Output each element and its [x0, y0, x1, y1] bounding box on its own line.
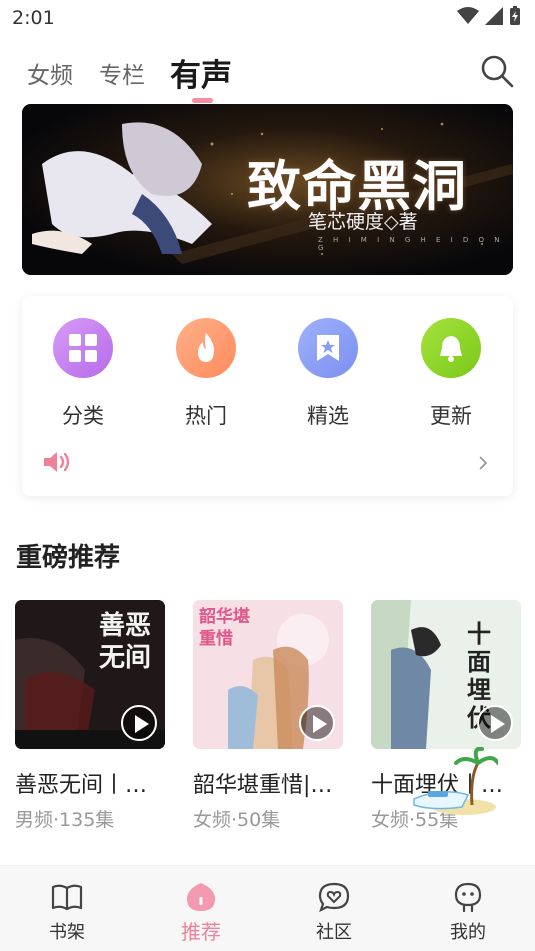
play-icon[interactable]	[121, 705, 157, 741]
section-title: 重磅推荐	[16, 543, 121, 573]
quick-access-card: 分类 热门 精选 更新	[22, 296, 513, 496]
cover-title: 韶华堪重惜	[199, 607, 250, 649]
search-icon[interactable]	[480, 54, 514, 88]
play-icon[interactable]	[477, 705, 513, 741]
battery-icon	[510, 6, 520, 25]
flame-icon	[176, 318, 236, 378]
floating-island-icon[interactable]	[412, 747, 498, 819]
grid-icon	[53, 318, 113, 378]
bottom-nav: 书架 推荐 社区 我的	[0, 865, 535, 951]
tab-female[interactable]: 女频	[27, 56, 73, 90]
tab-audio[interactable]: 有声	[170, 50, 232, 95]
chevron-right-icon[interactable]	[476, 454, 490, 472]
quick-item-hot[interactable]: 热门	[156, 318, 256, 430]
quick-item-update[interactable]: 更新	[401, 318, 501, 430]
quick-item-category[interactable]: 分类	[33, 318, 133, 430]
status-bar: 2:01	[0, 0, 535, 36]
cover-title: 善恶无间	[99, 611, 152, 673]
book-title: 韶华堪重惜|…	[193, 773, 333, 798]
book-meta: 女频·50集	[193, 809, 281, 831]
nav-community[interactable]: 社区	[267, 866, 401, 951]
quick-label-featured: 精选	[307, 404, 349, 428]
nav-label-bookshelf: 书架	[49, 922, 85, 943]
nav-label-profile: 我的	[450, 922, 486, 943]
bell-icon	[421, 318, 481, 378]
banner-subtitle: Z H I M I N G H E I D O N G	[318, 236, 504, 252]
quick-item-featured[interactable]: 精选	[278, 318, 378, 430]
book-meta: 男频·135集	[15, 809, 115, 831]
book-title: 善恶无间丨…	[15, 773, 148, 798]
active-tab-indicator	[192, 98, 213, 103]
book-card[interactable]: 善恶无间 善恶无间丨… 男频·135集	[15, 600, 165, 832]
book-icon	[51, 884, 83, 911]
nav-label-community: 社区	[316, 922, 352, 943]
nav-profile[interactable]: 我的	[401, 866, 535, 951]
bookmark-star-icon	[298, 318, 358, 378]
top-tabs: 女频 专栏 有声	[0, 48, 535, 98]
play-icon[interactable]	[299, 705, 335, 741]
user-face-icon	[454, 882, 482, 913]
tab-column[interactable]: 专栏	[99, 56, 145, 90]
status-icons	[457, 6, 521, 26]
quick-label-update: 更新	[430, 404, 472, 428]
chat-heart-icon	[318, 882, 350, 913]
quick-label-hot: 热门	[185, 404, 227, 428]
banner[interactable]: 致命黑洞 笔芯硬度◇著 Z H I M I N G H E I D O N G	[22, 104, 513, 275]
banner-author: 笔芯硬度◇著	[308, 211, 418, 233]
signal-icon	[485, 7, 503, 25]
book-card[interactable]: 韶华堪重惜 韶华堪重惜|… 女频·50集	[193, 600, 343, 832]
wifi-icon	[457, 7, 479, 24]
nav-bookshelf[interactable]: 书架	[0, 866, 134, 951]
recommend-icon	[187, 883, 215, 911]
status-time: 2:01	[12, 7, 55, 29]
speaker-icon	[44, 452, 70, 472]
book-cover: 善恶无间	[15, 600, 165, 749]
nav-recommend[interactable]: 推荐	[134, 866, 268, 951]
book-cover: 韶华堪重惜	[193, 600, 343, 749]
quick-label-category: 分类	[62, 404, 104, 428]
book-cover: 十面埋伏	[371, 600, 521, 749]
nav-label-recommend: 推荐	[181, 920, 221, 944]
